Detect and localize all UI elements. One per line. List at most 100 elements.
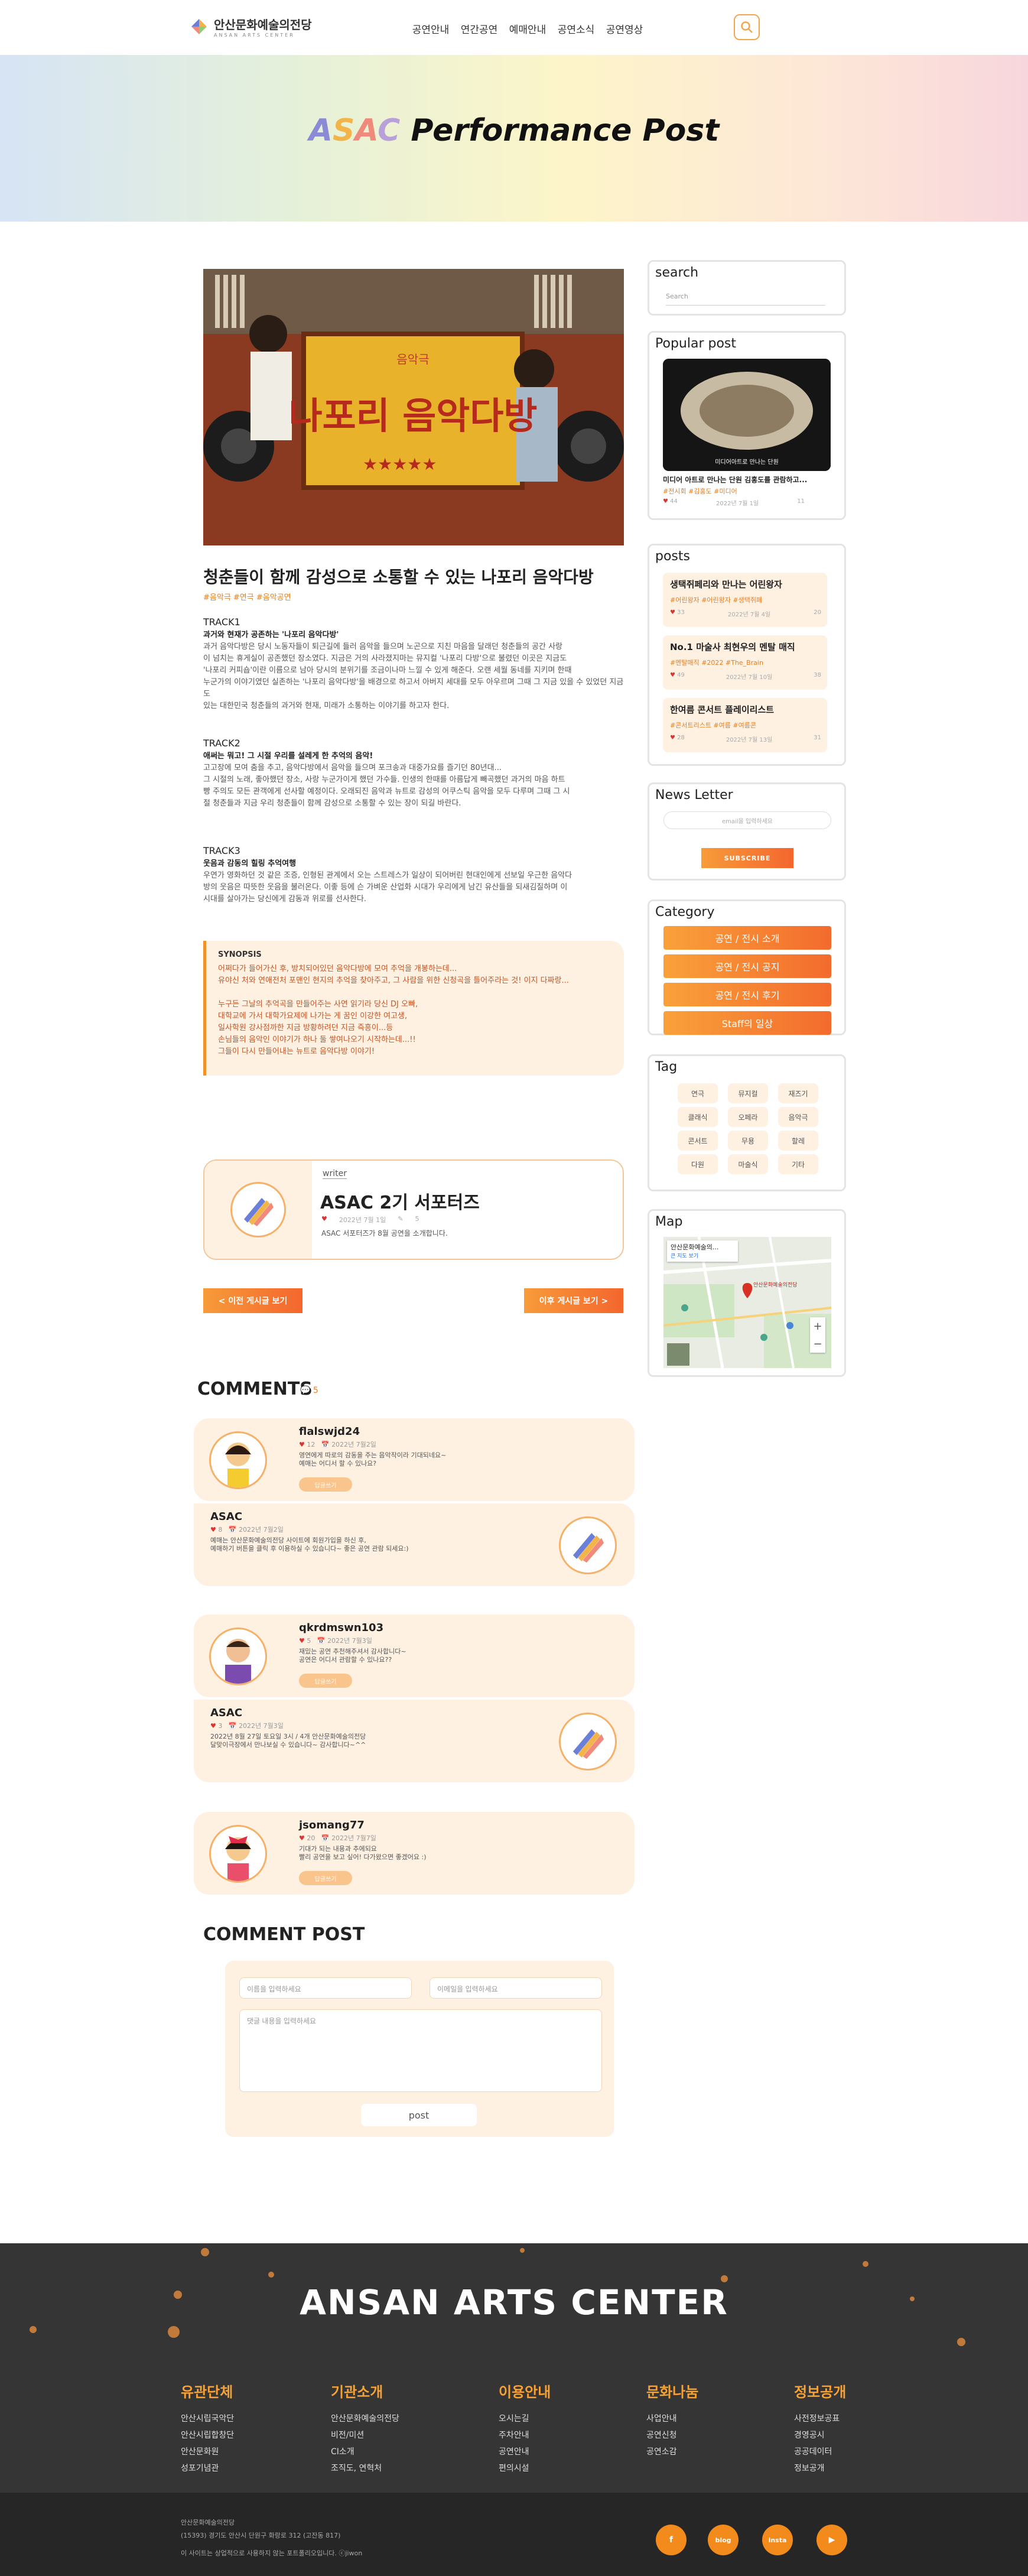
- mini-post[interactable]: 한여름 콘서트 플레이리스트 #콘서트리스트 #여름 #여름콘 ♥ 28 2022…: [663, 698, 827, 752]
- asac-logo-icon: [244, 1198, 274, 1226]
- synopsis-line: 어쩌다가 들어가신 후, 방치되어있던 음악다방에 모여 추억을 개봉하는데..…: [218, 964, 457, 973]
- nav-item-performance-info[interactable]: 공연안내: [406, 21, 455, 36]
- nav-item-booking[interactable]: 예매안내: [503, 21, 552, 36]
- sidebar-search-input[interactable]: Search: [666, 293, 825, 306]
- synopsis-title: SYNOPSIS: [218, 950, 262, 959]
- footer-link[interactable]: 사전정보공표: [794, 2411, 846, 2427]
- site-logo[interactable]: 안산문화예술의전당 ANSAN ARTS CENTER: [189, 15, 312, 38]
- comment-body: 영연에게 따로의 감동을 주는 음악작이라 기대되네요~ 예매는 어디서 할 수…: [299, 1451, 447, 1467]
- nav-item-news[interactable]: 공연소식: [552, 21, 600, 36]
- asac-avatar: [559, 1713, 617, 1771]
- footer-link[interactable]: 공공데이터: [794, 2444, 846, 2460]
- footer-column-head: 기관소개: [331, 2384, 383, 2400]
- map-widget: Map 안산문화예술의... 큰 지도 보기 안산문화예술의전당 + −: [648, 1209, 846, 1377]
- tag-item[interactable]: 기타: [778, 1154, 818, 1174]
- name-input[interactable]: 이름을 입력하세요: [239, 1977, 412, 1999]
- comment-body: 기대가 되는 내용과 추에되요 빨리 공연을 보고 싶어! 다가왔으면 좋겠어요…: [299, 1845, 427, 1861]
- nav-item-video[interactable]: 공연영상: [600, 21, 649, 36]
- footer-link[interactable]: 공연안내: [499, 2444, 551, 2460]
- header-search-button[interactable]: [734, 14, 760, 40]
- nav-item-annual[interactable]: 연간공연: [455, 21, 503, 36]
- map-large-link[interactable]: 큰 지도 보기: [671, 1252, 734, 1259]
- track-line: 방의 웃음은 따뜻한 웃음을 불러온다. 이좋 등에 슨 가벼운 산업화 시대가…: [203, 883, 568, 892]
- tag-item[interactable]: 오페라: [728, 1107, 768, 1127]
- widget-title: posts: [655, 549, 690, 564]
- page-title: ASAC Performance Post: [308, 113, 720, 148]
- footer-link[interactable]: 공연신청: [646, 2427, 698, 2444]
- tag-item[interactable]: 연극: [678, 1083, 718, 1103]
- comment-textarea[interactable]: 댓글 내용을 입력하세요: [239, 2009, 602, 2092]
- tag-item[interactable]: 콘서트: [678, 1131, 718, 1151]
- footer-link[interactable]: 성포기념관: [181, 2460, 234, 2477]
- post-title: 청춘들이 함께 감성으로 소통할 수 있는 나포리 음악다방: [203, 567, 594, 587]
- tag-item[interactable]: 할레: [778, 1131, 818, 1151]
- subscribe-button[interactable]: SUBSCRIBE: [701, 848, 793, 868]
- post-tags[interactable]: #음악극 #연극 #음악공연: [203, 591, 291, 602]
- heart-icon: ♥: [670, 735, 675, 741]
- map-zoom-in[interactable]: +: [810, 1317, 825, 1335]
- comment-author: qkrdmswn103: [299, 1622, 384, 1634]
- newsletter-email-input[interactable]: email을 입력하세요: [663, 811, 831, 829]
- category-item[interactable]: Staff의 일상: [663, 1011, 831, 1035]
- footer-link[interactable]: 안산문화예술의전당: [331, 2411, 399, 2427]
- mini-post-tags: #어린왕자 #어린왕자 #생택쥐페: [670, 596, 763, 604]
- heart-icon: ♥: [670, 609, 675, 616]
- reply-button[interactable]: 답글쓰기: [299, 1674, 352, 1688]
- reply-button[interactable]: 답글쓰기: [299, 1871, 352, 1885]
- tag-item[interactable]: 마술식: [728, 1154, 768, 1174]
- footer-link[interactable]: 편의시설: [499, 2460, 551, 2477]
- next-post-button[interactable]: 이후 게시글 보기 >: [524, 1288, 623, 1313]
- footer-link[interactable]: 정보공개: [794, 2460, 846, 2477]
- popular-post-caption[interactable]: 미디어 아트로 만나는 단원 김홍도를 관람하고...: [663, 475, 831, 485]
- footer-column-head: 유관단체: [181, 2384, 233, 2400]
- footer-link[interactable]: 안산시립합창단: [181, 2427, 234, 2444]
- tag-item[interactable]: 무용: [728, 1131, 768, 1151]
- mini-post[interactable]: 생택쥐페리와 만나는 어린왕자 #어린왕자 #어린왕자 #생택쥐페 ♥ 33 20…: [663, 573, 827, 627]
- popular-post-image[interactable]: 미디어아트로 만나는 단원: [663, 359, 831, 471]
- track-section-1: TRACK1 과거와 현재가 공존하는 '나포리 음악다방' 과거 음악다방은 …: [203, 616, 624, 712]
- category-item[interactable]: 공연 / 전시 공지: [663, 954, 831, 978]
- search-widget: search Search: [648, 260, 846, 316]
- footer-link[interactable]: 조직도, 연혁처: [331, 2460, 399, 2477]
- site-header: 안산문화예술의전당 ANSAN ARTS CENTER 공연안내 연간공연 예매…: [0, 0, 1028, 55]
- map-embed[interactable]: 안산문화예술의... 큰 지도 보기 안산문화예술의전당 + −: [663, 1237, 831, 1368]
- comment-author: ASAC: [210, 1707, 243, 1719]
- youtube-icon[interactable]: ▶: [816, 2525, 847, 2555]
- widget-title: Popular post: [655, 336, 736, 351]
- footer-link[interactable]: 안산문화원: [181, 2444, 234, 2460]
- footer-link[interactable]: 공연소감: [646, 2444, 698, 2460]
- search-icon: [741, 21, 753, 33]
- popular-post-tags[interactable]: #전시회 #김홍도 #미디어: [663, 486, 737, 496]
- category-item[interactable]: 공연 / 전시 후기: [663, 983, 831, 1006]
- map-zoom-out[interactable]: −: [810, 1335, 825, 1353]
- comment-post-heading: COMMENT POST: [203, 1924, 365, 1945]
- widget-title: Category: [655, 905, 715, 920]
- prev-post-button[interactable]: < 이전 게시글 보기: [203, 1288, 302, 1313]
- tag-item[interactable]: 뮤지컬: [728, 1083, 768, 1103]
- tag-item[interactable]: 클래식: [678, 1107, 718, 1127]
- track-line: 누군가의 이야기였던 실존하는 '나포리 음악다방'을 배경으로 하고서 아버지…: [203, 678, 624, 699]
- footer-link[interactable]: 경영공시: [794, 2427, 846, 2444]
- mini-post[interactable]: No.1 마술사 최현우의 멘탈 매직 #멘탈매직 #2022 #The_Bra…: [663, 635, 827, 690]
- footer-link[interactable]: 안산시립국악단: [181, 2411, 234, 2427]
- heart-icon: ♥: [321, 1215, 327, 1223]
- footer-link[interactable]: 사업안내: [646, 2411, 698, 2427]
- blog-icon[interactable]: blog: [708, 2525, 739, 2555]
- footer-link[interactable]: 오시는길: [499, 2411, 551, 2427]
- footer-link[interactable]: 비전/미션: [331, 2427, 399, 2444]
- writer-desc: ASAC 서포터즈가 8월 공연을 소개합니다.: [321, 1229, 448, 1237]
- facebook-icon[interactable]: f: [656, 2525, 687, 2555]
- post-comment-button[interactable]: post: [361, 2104, 477, 2126]
- tag-item[interactable]: 재즈기: [778, 1083, 818, 1103]
- footer-link[interactable]: 주차안내: [499, 2427, 551, 2444]
- tag-item[interactable]: 음악극: [778, 1107, 818, 1127]
- category-item[interactable]: 공연 / 전시 소개: [663, 926, 831, 950]
- tag-item[interactable]: 다원: [678, 1154, 718, 1174]
- footer-link[interactable]: CI소개: [331, 2444, 399, 2460]
- email-input[interactable]: 이메일을 입력하세요: [430, 1977, 602, 1999]
- comment-author: jsomang77: [299, 1819, 365, 1831]
- comment-likes: 20: [307, 1834, 315, 1842]
- reply-button[interactable]: 답글쓰기: [299, 1477, 352, 1492]
- synopsis-line: 그들이 다시 만들어내는 뉴트로 음악다방 이야기!: [218, 1047, 375, 1056]
- instagram-icon[interactable]: insta: [762, 2525, 793, 2555]
